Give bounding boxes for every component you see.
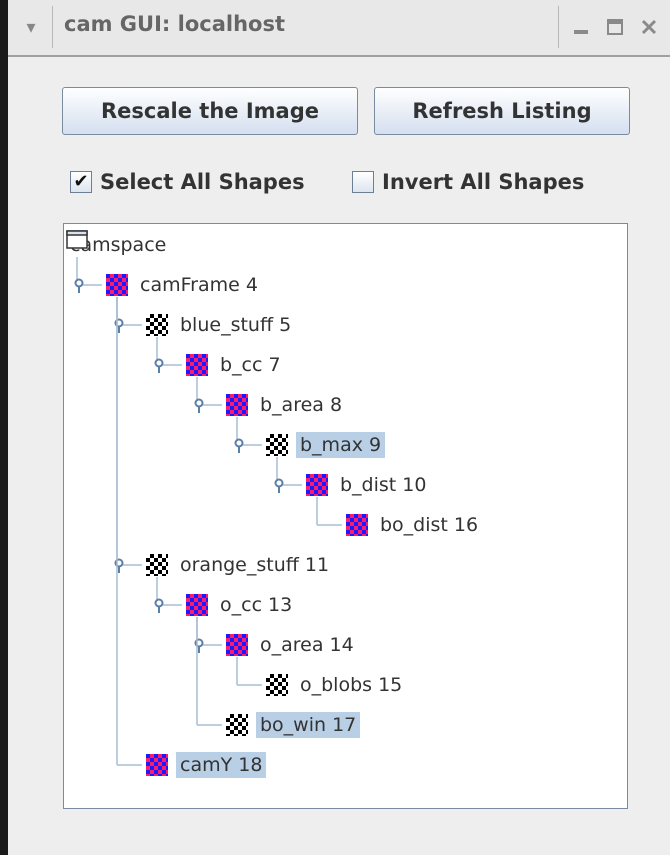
tree-node[interactable]: o_cc 13 — [186, 588, 296, 622]
refresh-listing-button[interactable]: Refresh Listing — [374, 87, 630, 135]
expand-handle-icon — [194, 398, 204, 408]
tree-node-label: bo_win 17 — [256, 712, 361, 738]
maximize-icon[interactable] — [600, 12, 630, 42]
tree-node[interactable]: camFrame 4 — [106, 268, 262, 302]
expand-handle-icon — [154, 598, 164, 608]
title-separator — [558, 6, 559, 48]
tree-node[interactable]: o_area 14 — [226, 628, 358, 662]
app-window: ▾ cam GUI: localhost Rescale the Image R… — [0, 0, 670, 855]
title-bar[interactable]: ▾ cam GUI: localhost — [8, 0, 670, 57]
tree-node[interactable]: blue_stuff 5 — [146, 308, 295, 342]
window-title: cam GUI: localhost — [64, 12, 285, 36]
checkbox-box[interactable]: ✔ — [70, 171, 92, 193]
shape-icon — [306, 474, 328, 496]
tree-node-label: camFrame 4 — [140, 274, 258, 296]
tree-node[interactable]: bo_win 17 — [226, 708, 361, 742]
tree-node-label: o_area 14 — [260, 634, 354, 656]
expand-handle-icon — [274, 478, 284, 488]
checker-shape-icon — [146, 554, 168, 576]
select-all-shapes-checkbox[interactable]: ✔ Select All Shapes — [70, 167, 305, 197]
tree-node-label: blue_stuff 5 — [180, 314, 292, 336]
shape-icon — [186, 594, 208, 616]
tree-root[interactable]: camspace — [66, 228, 170, 262]
invert-all-shapes-checkbox[interactable]: Invert All Shapes — [352, 167, 584, 197]
folder-icon — [66, 230, 88, 249]
tree-node[interactable]: orange_stuff 11 — [146, 548, 333, 582]
rescale-image-button[interactable]: Rescale the Image — [62, 87, 358, 135]
minimize-icon[interactable] — [566, 12, 596, 42]
title-separator — [52, 6, 53, 48]
select-all-shapes-label: Select All Shapes — [100, 170, 305, 194]
tree-node-label: o_cc 13 — [220, 594, 293, 616]
content-area: Rescale the Image Refresh Listing ✔ Sele… — [8, 57, 670, 855]
checker-shape-icon — [146, 314, 168, 336]
close-icon[interactable] — [634, 12, 664, 42]
tree-node[interactable]: b_dist 10 — [306, 468, 430, 502]
tree-node-label: bo_dist 16 — [380, 514, 479, 536]
invert-all-shapes-label: Invert All Shapes — [382, 170, 585, 194]
checker-shape-icon — [266, 674, 288, 696]
shape-icon — [106, 274, 128, 296]
tree-node[interactable]: b_area 8 — [226, 388, 346, 422]
tree-node-label: o_blobs 15 — [300, 674, 403, 696]
tree-node-label: orange_stuff 11 — [180, 554, 330, 576]
tree-node[interactable]: bo_dist 16 — [346, 508, 482, 542]
expand-handle-icon — [154, 358, 164, 368]
checker-shape-icon — [226, 714, 248, 736]
shape-icon — [226, 394, 248, 416]
tree-node[interactable]: camY 18 — [146, 748, 267, 782]
tree-node-label: camY 18 — [176, 752, 267, 778]
checkbox-box[interactable] — [352, 171, 374, 193]
tree-node-label: b_max 9 — [296, 432, 386, 458]
shape-icon — [146, 754, 168, 776]
shape-icon — [226, 634, 248, 656]
checker-shape-icon — [266, 434, 288, 456]
tree-node-label: b_cc 7 — [220, 354, 281, 376]
shape-icon — [186, 354, 208, 376]
chevron-down-icon[interactable]: ▾ — [18, 14, 44, 40]
tree-node[interactable]: b_max 9 — [266, 428, 386, 462]
tree-node[interactable]: b_cc 7 — [186, 348, 285, 382]
expand-handle-icon — [234, 438, 244, 448]
expand-handle-icon — [74, 278, 84, 288]
tree-node[interactable]: o_blobs 15 — [266, 668, 406, 702]
shape-tree[interactable]: camspace camFrame 4 blue_stuff 5 b_cc 7 b_a… — [63, 223, 628, 809]
tree-node-label: b_area 8 — [260, 394, 343, 416]
tree-node-label: b_dist 10 — [340, 474, 427, 496]
shape-icon — [346, 514, 368, 536]
